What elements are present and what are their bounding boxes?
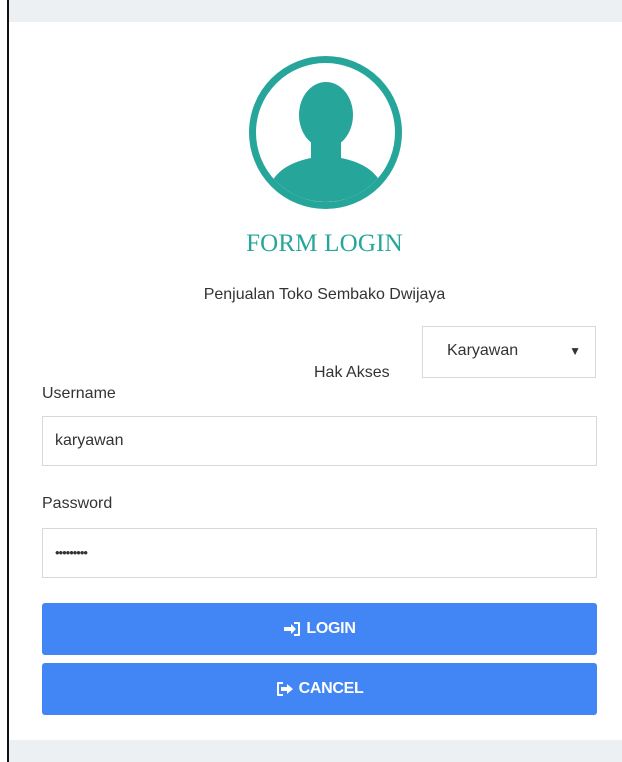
form-subtitle: Penjualan Toko Sembako Dwijaya — [203, 286, 446, 303]
chevron-down-icon: ▼ — [569, 344, 581, 358]
cancel-button-label: CANCEL — [298, 680, 364, 697]
user-avatar-icon — [249, 56, 402, 209]
sign-out-icon — [276, 681, 294, 697]
bottom-strip — [9, 740, 622, 762]
window-left-edge — [0, 0, 9, 762]
password-label: Password — [42, 495, 113, 512]
username-input[interactable]: karyawan — [42, 416, 597, 466]
username-label: Username — [42, 385, 116, 402]
login-card: FORM LOGIN Penjualan Toko Sembako Dwijay… — [9, 22, 622, 740]
password-input[interactable]: ••••••••• — [42, 528, 597, 578]
sign-in-icon — [283, 621, 301, 637]
top-strip — [9, 0, 622, 22]
access-select[interactable]: Karyawan ▼ — [422, 326, 596, 378]
access-select-value: Karyawan — [447, 342, 519, 359]
login-button-label: LOGIN — [306, 620, 356, 637]
cancel-button[interactable]: CANCEL — [42, 663, 597, 715]
form-title: FORM LOGIN — [246, 230, 403, 257]
login-button[interactable]: LOGIN — [42, 603, 597, 655]
access-label: Hak Akses — [314, 364, 390, 381]
login-page: FORM LOGIN Penjualan Toko Sembako Dwijay… — [0, 0, 622, 762]
